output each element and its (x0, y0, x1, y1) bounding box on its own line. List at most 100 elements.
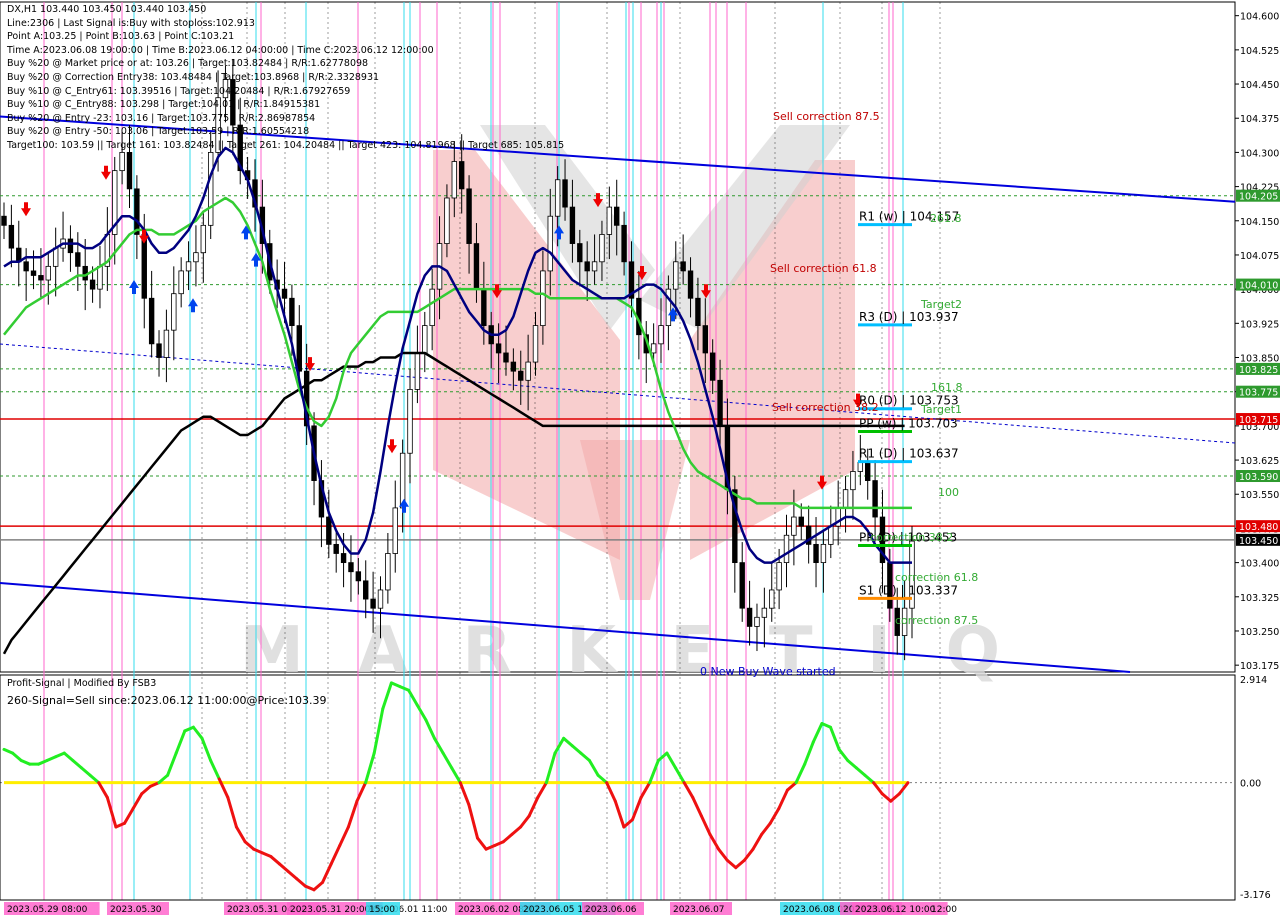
price-tick-label: 103.175 (1240, 661, 1279, 672)
info-line: Time A:2023.06.08 19:00:00 | Time B:2023… (7, 44, 434, 56)
candle (207, 152, 214, 226)
chart-annotation: Target1 (920, 403, 962, 416)
candle (695, 297, 701, 327)
candle (422, 325, 428, 354)
candle (473, 243, 480, 290)
candle (89, 279, 96, 290)
price-tick-label: 104.150 (1240, 217, 1279, 228)
chart-annotation: 0 New Buy Wave started (700, 665, 836, 678)
candle (134, 188, 140, 235)
time-label: 12:00 (931, 905, 957, 915)
price-tick-label: 103.400 (1240, 559, 1279, 570)
candle (444, 197, 450, 244)
candle (518, 370, 524, 381)
candle (340, 553, 347, 564)
candle (547, 215, 553, 272)
candle (370, 598, 376, 609)
chart-annotation: 261.8 (930, 212, 962, 225)
candle (510, 361, 517, 372)
candle (385, 553, 391, 591)
candle (850, 471, 856, 491)
pivot-level-label: S1 (D) | 103.337 (859, 583, 958, 597)
time-label: 2023.05.31 20:00 (290, 905, 371, 915)
candle (281, 288, 288, 299)
price-tick-label: 104.300 (1240, 148, 1279, 159)
price-tick-label: 104.375 (1240, 114, 1279, 125)
candle (429, 288, 435, 327)
candle (828, 525, 834, 545)
candle (407, 389, 413, 454)
candle (289, 297, 295, 327)
candle (614, 206, 620, 226)
price-tag-label: 104.205 (1239, 192, 1278, 203)
candle (148, 297, 155, 345)
candle (813, 543, 819, 564)
candle (296, 325, 302, 372)
candle (761, 607, 768, 618)
candle (621, 224, 627, 263)
candle (495, 343, 502, 354)
candle (178, 270, 184, 295)
price-tick-label: 103.925 (1240, 319, 1279, 330)
candle (126, 152, 133, 190)
sub-panel-frame (0, 674, 1236, 901)
candle (8, 224, 15, 249)
candle (658, 325, 664, 345)
candle (599, 234, 605, 263)
price-tag-label: 103.825 (1239, 365, 1278, 376)
chart-annotation: Target2 (920, 298, 962, 311)
candle (569, 206, 576, 244)
candle (451, 161, 458, 199)
time-label: 15:00 (369, 905, 395, 915)
candle (606, 206, 613, 235)
price-tag-label: 103.480 (1239, 522, 1278, 533)
candle (709, 352, 716, 381)
price-tick-label: 104.450 (1240, 80, 1279, 91)
candle (38, 275, 44, 281)
price-tag-label: 103.450 (1239, 536, 1278, 547)
oscillator-scale-label: 0.00 (1240, 779, 1261, 790)
pivot-level-label: R3 (D) | 103.937 (859, 310, 959, 324)
candle (783, 534, 790, 564)
candle (754, 616, 760, 627)
candle (584, 261, 590, 272)
candle (746, 607, 753, 627)
info-line: Buy %20 @ Correction Entry38: 103.48484 … (7, 71, 380, 83)
price-tick-label: 103.550 (1240, 490, 1279, 501)
candle (562, 179, 568, 208)
candle (650, 343, 657, 354)
candle (791, 516, 797, 536)
candle (141, 234, 147, 299)
price-tick-label: 103.250 (1240, 627, 1279, 638)
info-line: Buy %20 @ Market price or at: 103.26 | T… (7, 58, 369, 70)
candle (45, 265, 51, 281)
candle (820, 543, 827, 564)
price-tick-label: 103.325 (1240, 593, 1279, 604)
time-label: 2023.06.06 (585, 905, 637, 915)
indicator-title: Profit-Signal | Modified By FSB3 (7, 678, 157, 689)
candle (185, 261, 192, 272)
candle (163, 329, 170, 358)
time-label: 2023.05.29 08:00 (7, 905, 88, 915)
pivot-level-label: R1 (D) | 103.637 (859, 447, 959, 461)
candle (865, 461, 871, 481)
info-line: Buy %10 @ C_Entry61: 103.39516 | Target:… (7, 85, 351, 97)
candle (857, 461, 864, 472)
candle (348, 562, 354, 573)
chart-annotation: correction 87.5 (895, 614, 978, 627)
candle (769, 589, 775, 609)
candle (414, 352, 421, 390)
pivot-level-label: PP (w) | 103.703 (859, 417, 958, 431)
candle (171, 293, 177, 331)
candle (702, 325, 709, 354)
candle (458, 161, 465, 190)
oscillator-scale-label: 2.914 (1240, 675, 1267, 686)
candle (532, 325, 539, 363)
candle (842, 489, 849, 509)
candle (392, 507, 398, 554)
candle (540, 270, 546, 327)
candle (717, 379, 723, 427)
candle (577, 243, 583, 263)
price-tick-label: 104.075 (1240, 251, 1279, 262)
time-label: 2023.06.12 10:00 (855, 905, 936, 915)
